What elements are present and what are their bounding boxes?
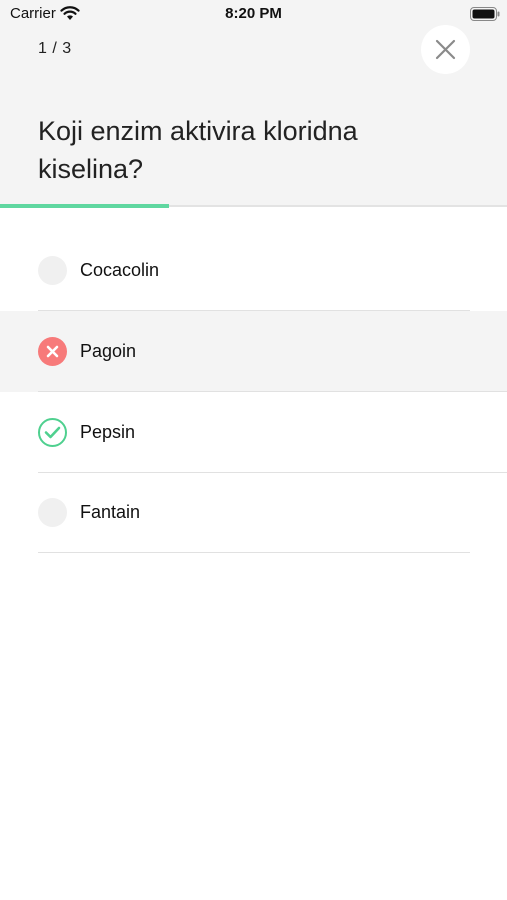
question-counter: 1 / 3 (38, 40, 72, 57)
quiz-progress-bar (0, 204, 507, 208)
answer-option-3[interactable]: Pepsin (0, 392, 507, 473)
check-mark-icon (38, 418, 67, 447)
status-bar: Carrier 8:20 PM (0, 0, 507, 28)
x-mark-icon (38, 337, 67, 366)
battery-icon (470, 7, 500, 21)
clock: 8:20 PM (225, 5, 282, 22)
quiz-header: Carrier 8:20 PM 1 / 3 Koji enzim aktivir… (0, 0, 507, 208)
radio-icon (38, 498, 67, 527)
close-icon (435, 39, 456, 60)
answer-label: Pagoin (80, 341, 137, 361)
answer-label: Cocacolin (80, 260, 160, 280)
answer-option-4[interactable]: Fantain (0, 472, 507, 553)
divider (38, 552, 470, 553)
answer-option-2[interactable]: Pagoin (0, 311, 507, 392)
answer-label: Pepsin (80, 422, 136, 442)
quiz-progress-fill (0, 204, 169, 208)
radio-icon (38, 256, 67, 285)
answer-label: Fantain (80, 502, 141, 522)
close-button[interactable] (421, 25, 470, 74)
question-title: Koji enzim aktivira kloridna kiselina? (38, 116, 358, 184)
answer-option-1[interactable]: Cocacolin (0, 230, 507, 311)
